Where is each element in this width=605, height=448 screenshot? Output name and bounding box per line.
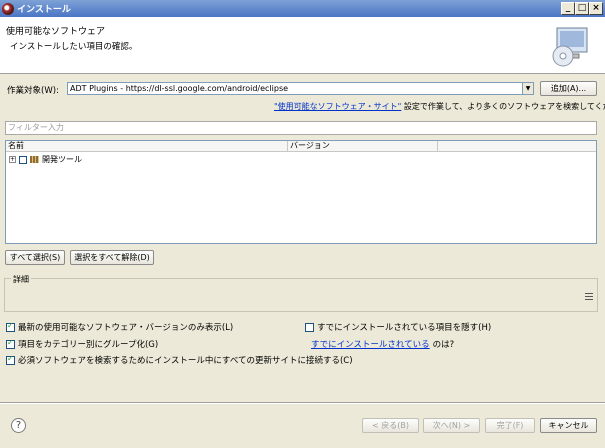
window-controls: _ □ × (561, 2, 603, 15)
select-all-button[interactable]: すべて選択(S) (5, 250, 65, 265)
group-by-category-option[interactable]: 項目をカテゴリー別にグループ化(G) (6, 338, 158, 350)
hide-installed-option[interactable]: すでにインストールされている項目を隠す(H) (305, 321, 491, 333)
sites-hint: "使用可能なソフトウェア・サイト" 設定で作業して、より多くのソフトウェアを検索… (274, 101, 605, 112)
latest-only-option[interactable]: 最新の使用可能なソフトウェア・バージョンのみ表示(L) (6, 321, 233, 333)
latest-only-checkbox[interactable] (6, 321, 15, 332)
maximize-button[interactable]: □ (575, 2, 589, 15)
finish-button[interactable]: 完了(F) (485, 418, 535, 433)
resize-handle-icon[interactable] (585, 293, 593, 300)
page-title: 使用可能なソフトウェア (6, 27, 106, 37)
table-header: 名前 バージョン (6, 141, 596, 152)
expand-icon[interactable]: + (9, 156, 16, 163)
group-by-category-label: 項目をカテゴリー別にグループ化(G) (18, 340, 159, 350)
details-group: 詳細 (4, 274, 598, 312)
back-button[interactable]: < 戻る(B) (362, 418, 419, 433)
sites-hint-text: 設定で作業して、より多くのソフトウェアを検索してください。 (403, 102, 605, 111)
hide-installed-checkbox[interactable] (305, 322, 314, 332)
worksite-label: 作業対象(W): (7, 86, 59, 96)
category-icon (30, 156, 39, 163)
available-sites-link[interactable]: "使用可能なソフトウェア・サイト" (274, 102, 401, 111)
column-name[interactable]: 名前 (6, 141, 288, 152)
details-legend: 詳細 (11, 274, 31, 285)
already-installed-link[interactable]: すでにインストールされている (311, 338, 430, 350)
row-name: 開発ツール (42, 155, 82, 164)
contact-sites-option[interactable]: 必須ソフトウェアを検索するためにインストール中にすべての更新サイトに接続する(C… (6, 354, 353, 366)
column-version[interactable]: バージョン (288, 141, 438, 152)
software-table[interactable]: 名前 バージョン + 開発ツール (5, 140, 597, 244)
eclipse-icon (2, 2, 14, 15)
page-description: インストールしたい項目の確認。 (10, 42, 138, 52)
column-extra[interactable] (438, 141, 598, 152)
contact-sites-checkbox[interactable] (6, 354, 15, 365)
latest-only-label: 最新の使用可能なソフトウェア・バージョンのみ表示(L) (18, 323, 234, 333)
window-title: インストール (17, 5, 71, 15)
footer-separator (0, 402, 605, 404)
row-checkbox[interactable] (19, 155, 27, 164)
cancel-button[interactable]: キャンセル (540, 418, 597, 433)
add-site-button[interactable]: 追加(A)... (540, 81, 597, 96)
worksite-value: ADT Plugins - https://dl-ssl.google.com/… (70, 84, 289, 93)
close-button[interactable]: × (589, 2, 603, 15)
next-button[interactable]: 次へ(N) > (423, 418, 480, 433)
already-installed-suffix: のは? (432, 340, 455, 350)
hide-installed-label: すでにインストールされている項目を隠す(H) (317, 323, 492, 333)
help-icon[interactable]: ? (11, 418, 26, 433)
table-row[interactable]: + 開発ツール (9, 154, 82, 165)
title-bar: インストール _ □ × (0, 0, 605, 17)
filter-input[interactable]: フィルター入力 (5, 121, 597, 135)
deselect-all-button[interactable]: 選択をすべて解除(D) (70, 250, 154, 265)
chevron-down-icon[interactable]: ▼ (522, 83, 533, 94)
contact-sites-label: 必須ソフトウェアを検索するためにインストール中にすべての更新サイトに接続する(C… (18, 356, 353, 366)
install-cd-icon (552, 27, 588, 67)
wizard-header: 使用可能なソフトウェア インストールしたい項目の確認。 (0, 17, 605, 74)
group-by-category-checkbox[interactable] (6, 338, 15, 349)
already-installed-hint: すでにインストールされている のは? (311, 338, 454, 350)
minimize-button[interactable]: _ (561, 2, 575, 15)
worksite-combo[interactable]: ADT Plugins - https://dl-ssl.google.com/… (67, 82, 534, 95)
